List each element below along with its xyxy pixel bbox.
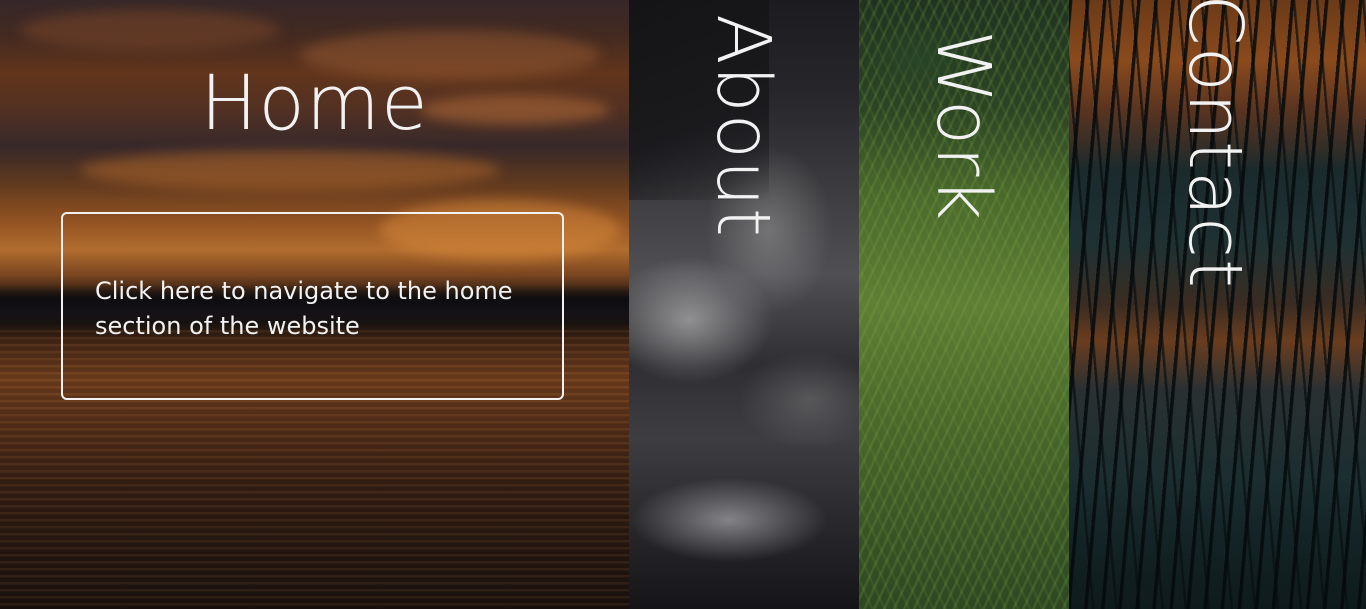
- cloud-shape: [20, 10, 280, 50]
- cloud-shape: [80, 150, 500, 190]
- work-panel[interactable]: [859, 0, 1069, 609]
- contact-panel[interactable]: [1069, 0, 1366, 609]
- home-title[interactable]: Home: [0, 58, 629, 147]
- home-description-text: Click here to navigate to the home secti…: [95, 277, 513, 340]
- cliff-silhouette: [629, 0, 769, 200]
- home-panel[interactable]: Home Click here to navigate to the home …: [0, 0, 629, 609]
- section-panels: Home Click here to navigate to the home …: [0, 0, 1366, 609]
- about-panel[interactable]: [629, 0, 859, 609]
- home-description-box[interactable]: Click here to navigate to the home secti…: [61, 212, 564, 400]
